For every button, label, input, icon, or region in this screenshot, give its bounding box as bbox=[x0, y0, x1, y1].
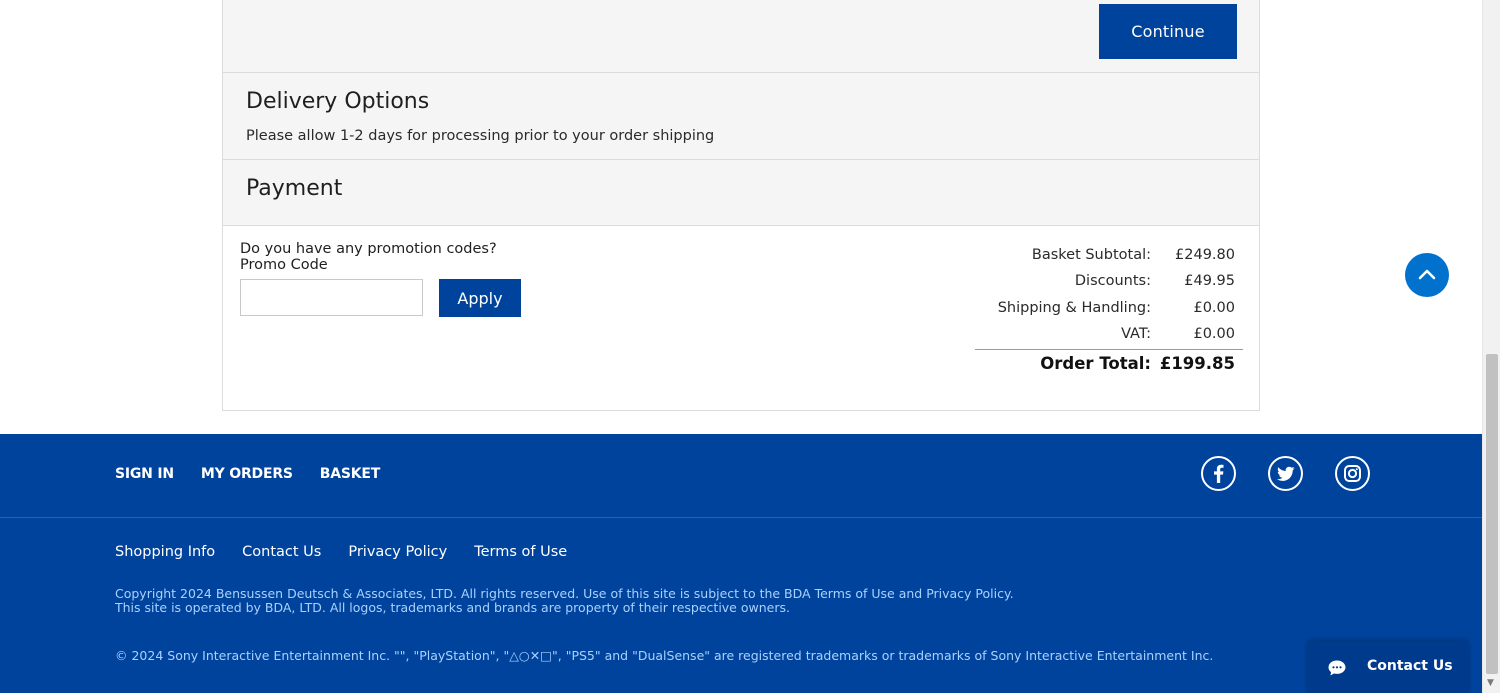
shipping-label: Shipping & Handling: bbox=[997, 299, 1151, 316]
scrollbar-thumb[interactable] bbox=[1486, 354, 1498, 674]
chat-icon bbox=[1328, 660, 1346, 676]
footer-basket-link[interactable]: BASKET bbox=[320, 466, 381, 482]
promo-code-label: Promo Code bbox=[240, 257, 328, 273]
payment-section: Payment bbox=[223, 160, 1259, 226]
totals-row-discounts: Discounts: £49.95 bbox=[975, 270, 1243, 296]
delivery-options-title: Delivery Options bbox=[246, 89, 430, 114]
scroll-down-arrow-icon[interactable]: ▼ bbox=[1487, 678, 1494, 688]
privacy-policy-link[interactable]: Privacy Policy bbox=[348, 544, 447, 560]
vat-value: £0.00 bbox=[1193, 325, 1235, 342]
facebook-icon[interactable] bbox=[1201, 456, 1236, 491]
discounts-label: Discounts: bbox=[1074, 273, 1151, 290]
shopping-info-link[interactable]: Shopping Info bbox=[115, 544, 215, 560]
copyright-line-2: This site is operated by BDA, LTD. All l… bbox=[115, 600, 790, 615]
totals-row-vat: VAT: £0.00 bbox=[975, 323, 1243, 349]
promo-question: Do you have any promotion codes? bbox=[240, 241, 497, 257]
apply-promo-button[interactable]: Apply bbox=[439, 279, 521, 317]
vat-label: VAT: bbox=[1121, 325, 1151, 342]
payment-title: Payment bbox=[246, 176, 343, 201]
order-total-label: Order Total: bbox=[1040, 354, 1151, 374]
continue-button[interactable]: Continue bbox=[1099, 4, 1237, 59]
totals-row-subtotal: Basket Subtotal: £249.80 bbox=[975, 244, 1243, 270]
footer-info-links: Shopping Info Contact Us Privacy Policy … bbox=[115, 544, 567, 560]
page: Continue Delivery Options Please allow 1… bbox=[0, 0, 1482, 693]
social-links bbox=[1201, 456, 1370, 491]
delivery-options-section: Delivery Options Please allow 1-2 days f… bbox=[223, 73, 1259, 160]
back-to-top-button[interactable] bbox=[1405, 253, 1449, 297]
footer-account-nav: SIGN IN MY ORDERS BASKET bbox=[115, 466, 380, 482]
discounts-value: £49.95 bbox=[1184, 273, 1235, 290]
subtotal-label: Basket Subtotal: bbox=[1031, 247, 1151, 263]
site-footer: SIGN IN MY ORDERS BASKET Shopping Info C… bbox=[0, 434, 1482, 693]
footer-my-orders-link[interactable]: MY ORDERS bbox=[201, 466, 293, 482]
order-totals: Basket Subtotal: £249.80 Discounts: £49.… bbox=[975, 244, 1243, 380]
shipping-value: £0.00 bbox=[1193, 299, 1235, 316]
sony-trademark-notice: © 2024 Sony Interactive Entertainment In… bbox=[115, 648, 1214, 663]
totals-row-order-total: Order Total: £199.85 bbox=[975, 350, 1243, 380]
instagram-icon[interactable] bbox=[1335, 456, 1370, 491]
continue-strip: Continue bbox=[223, 0, 1259, 73]
page-scrollbar[interactable]: ▼ bbox=[1482, 0, 1500, 693]
contact-us-link[interactable]: Contact Us bbox=[242, 544, 321, 560]
footer-divider bbox=[0, 517, 1482, 518]
subtotal-value: £249.80 bbox=[1175, 247, 1235, 263]
contact-us-chat-button[interactable]: Contact Us bbox=[1307, 641, 1469, 693]
delivery-note: Please allow 1-2 days for processing pri… bbox=[246, 128, 715, 144]
checkout-panel: Continue Delivery Options Please allow 1… bbox=[222, 0, 1260, 411]
totals-row-shipping: Shipping & Handling: £0.00 bbox=[975, 297, 1243, 323]
footer-sign-in-link[interactable]: SIGN IN bbox=[115, 466, 174, 482]
order-total-value: £199.85 bbox=[1159, 354, 1235, 374]
promo-code-input[interactable] bbox=[240, 279, 423, 316]
contact-us-chat-label: Contact Us bbox=[1367, 658, 1453, 674]
chevron-up-icon bbox=[1418, 269, 1436, 280]
twitter-icon[interactable] bbox=[1268, 456, 1303, 491]
terms-of-use-link[interactable]: Terms of Use bbox=[474, 544, 567, 560]
